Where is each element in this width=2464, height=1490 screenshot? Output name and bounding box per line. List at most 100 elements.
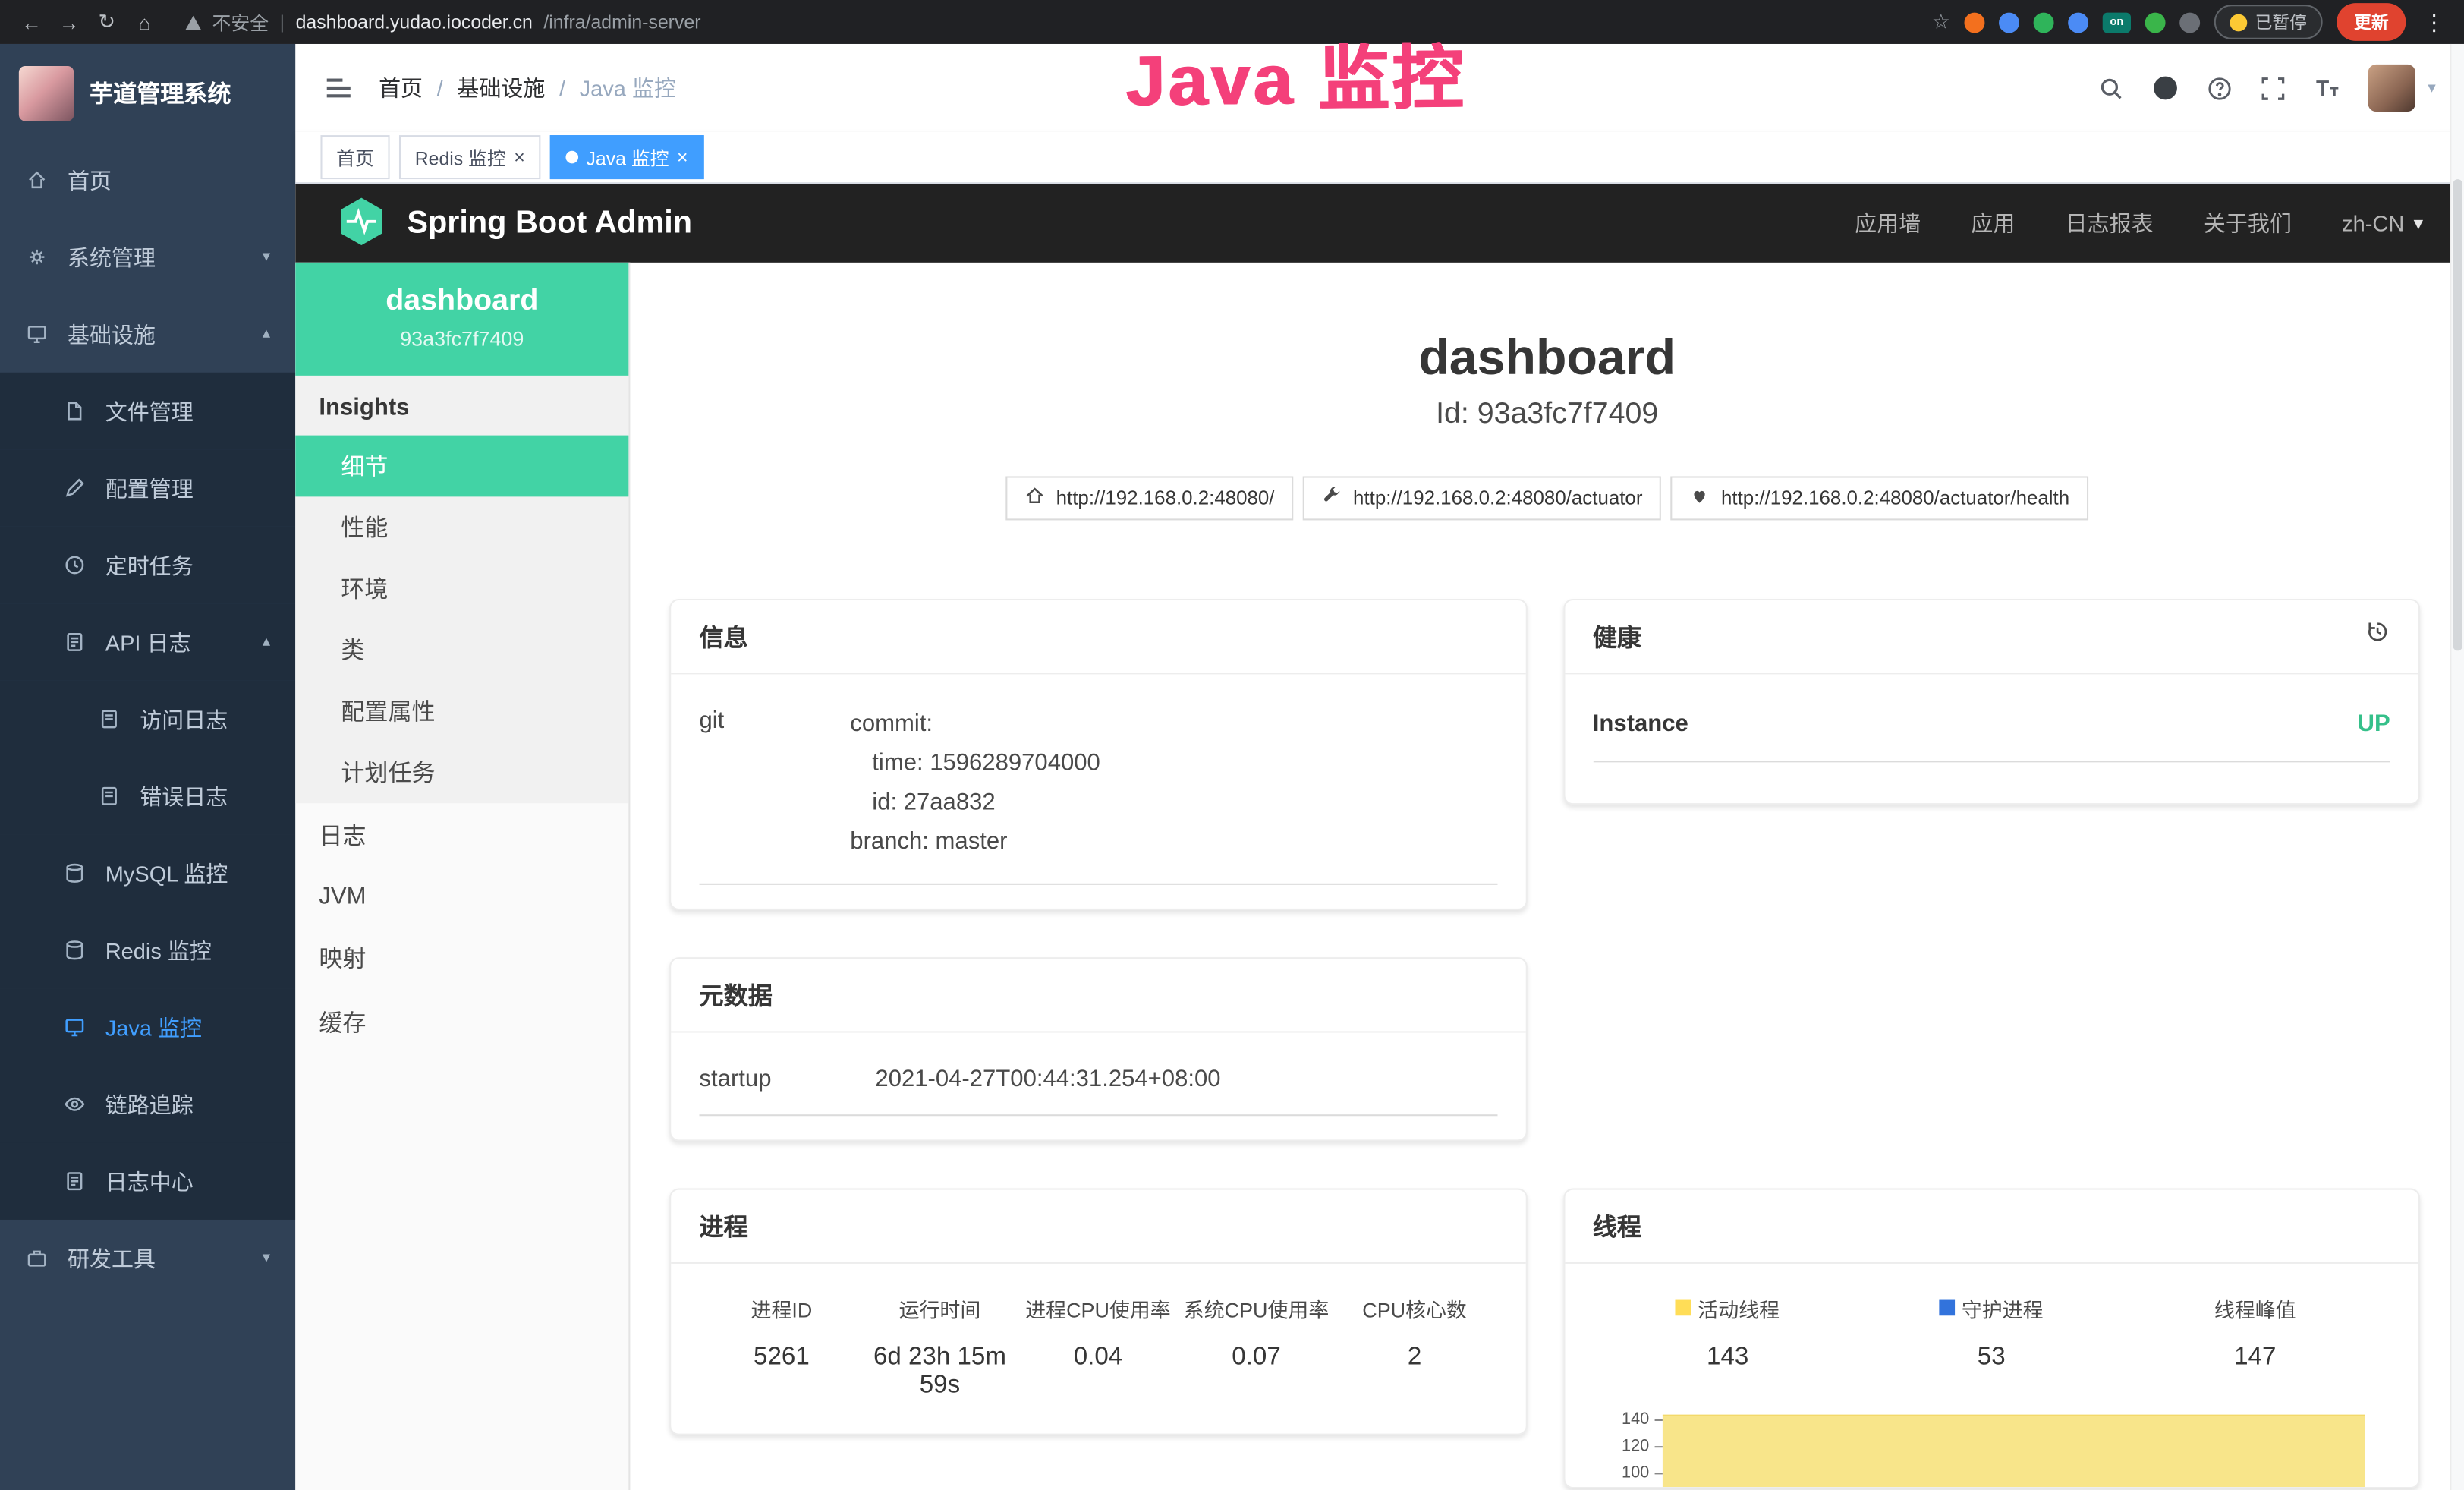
sba-item-performance[interactable]: 性能 [295,496,628,558]
clock-icon [63,553,90,577]
y-tick-label: 120 [1622,1437,1649,1456]
fullscreen-icon[interactable] [2260,74,2286,101]
reload-icon[interactable]: ↻ [91,9,122,34]
sba-item-caches[interactable]: 缓存 [295,991,628,1055]
search-icon[interactable] [2097,74,2124,101]
sba-nav-about[interactable]: 关于我们 [2204,207,2292,238]
browser-home-icon[interactable]: ⌂ [129,10,160,33]
extension-puzzle-icon[interactable] [2179,12,2200,33]
chevron-down-icon: ▾ [2414,213,2423,235]
bookmark-star-icon[interactable]: ☆ [1932,9,1950,34]
service-url-link[interactable]: http://192.168.0.2:48080/ [1005,476,1293,520]
sidebar-item-api-logs[interactable]: API 日志 ▴ [0,603,295,680]
sba-nav-wallboard[interactable]: 应用墙 [1855,207,1921,238]
tab-java-monitor[interactable]: Java 监控 [550,135,703,179]
health-instance-row: Instance UP [1593,710,2390,762]
legend-value: 147 [2123,1344,2387,1372]
profile-paused-chip[interactable]: 已暂停 [2214,5,2323,39]
tab-home[interactable]: 首页 [320,135,389,179]
process-metrics: 进程ID 5261 运行时间 6d 23h 15m 59s [700,1287,1497,1410]
user-avatar[interactable] [2368,65,2415,112]
sba-item-config-props[interactable]: 配置属性 [295,681,628,742]
scrollbar-thumb[interactable] [2453,179,2462,650]
font-size-icon[interactable] [2313,75,2341,100]
info-value-lines: commit: time: 1596289704000 id: 27aa832 … [850,704,1100,861]
sidebar-item-label: MySQL 监控 [105,858,228,889]
sidebar-item-home[interactable]: 首页 [0,141,295,218]
sba-nav-applications[interactable]: 应用 [1971,207,2015,238]
metric-uptime: 运行时间 6d 23h 15m 59s [861,1293,1019,1400]
back-icon[interactable]: ← [16,10,47,33]
toolbox-icon [25,1246,52,1270]
forward-icon[interactable]: → [53,10,84,33]
sba-item-classes[interactable]: 类 [295,619,628,681]
tab-redis-monitor[interactable]: Redis 监控 [399,135,540,179]
breadcrumb-infrastructure[interactable]: 基础设施 [457,72,545,103]
metric-value: 6d 23h 15m 59s [861,1344,1019,1400]
sidebar-item-dev-tools[interactable]: 研发工具 ▾ [0,1220,295,1296]
threads-legend: 活动线程 143 守护进程 [1593,1287,2390,1381]
extension-orange-icon[interactable] [1965,12,1985,33]
address-bar[interactable]: 不安全 | dashboard.yudao.iocoder.cn/infra/a… [185,8,700,35]
history-icon[interactable] [2365,620,2390,653]
browser-menu-icon[interactable]: ⋮ [2420,8,2448,35]
health-card-title: 健康 [1593,619,1641,654]
sidebar-item-mysql-monitor[interactable]: MySQL 监控 [0,835,295,912]
sidebar-item-java-monitor[interactable]: Java 监控 [0,989,295,1066]
actuator-url: http://192.168.0.2:48080/actuator [1353,487,1642,509]
sidebar-item-error-logs[interactable]: 错误日志 [0,758,295,834]
sidebar-item-scheduled-jobs[interactable]: 定时任务 [0,527,295,603]
help-icon[interactable] [2206,74,2233,101]
sidebar-item-infrastructure[interactable]: 基础设施 ▴ [0,295,295,372]
sidebar-toggle-icon[interactable] [324,72,354,103]
sidebar-item-file-management[interactable]: 文件管理 [0,373,295,449]
legend-value: 53 [1859,1344,2123,1372]
sba-instance-header[interactable]: dashboard 93a3fc7f7409 [295,263,628,376]
legend-label: 活动线程 [1698,1293,1780,1323]
sba-language-select[interactable]: zh-CN ▾ [2342,210,2423,235]
instance-id-subtitle: Id: 93a3fc7f7409 [630,397,2464,432]
close-icon[interactable] [514,148,525,167]
sba-item-details[interactable]: 细节 [295,436,628,497]
avatar-caret-icon: ▾ [2428,80,2435,97]
sba-logo-icon [336,194,386,253]
edit-icon [63,476,90,499]
sba-sidebar: dashboard 93a3fc7f7409 Insights 细节 性能 环境… [295,263,630,1490]
page-scrollbar[interactable] [2450,44,2464,1490]
sidebar-item-config-management[interactable]: 配置管理 [0,449,295,526]
actuator-url-link[interactable]: http://192.168.0.2:48080/actuator [1303,476,1662,520]
close-icon[interactable] [677,148,688,167]
app-title: 芋道管理系统 [90,76,231,109]
extension-green-icon[interactable] [2034,12,2054,33]
metric-label: CPU核心数 [1336,1293,1494,1323]
chevron-down-icon: ▾ [263,248,270,266]
sba-item-environment[interactable]: 环境 [295,558,628,619]
sba-item-scheduled-tasks[interactable]: 计划任务 [295,742,628,803]
sidebar-item-redis-monitor[interactable]: Redis 监控 [0,912,295,988]
sba-nav-journal[interactable]: 日志报表 [2066,207,2154,238]
sidebar-item-tracing[interactable]: 链路追踪 [0,1066,295,1142]
extension-on-badge[interactable]: on [2103,12,2131,33]
extension-pin-icon[interactable] [1999,12,2019,33]
sba-item-mappings[interactable]: 映射 [295,926,628,991]
language-label: zh-CN [2342,210,2404,235]
sidebar: 芋道管理系统 首页 系统管理 ▾ 基础设施 ▴ 文件管理 [0,44,295,1490]
metadata-card: 元数据 startup 2021-04-27T00:44:31.254+08:0… [669,957,1527,1141]
chrome-update-button[interactable]: 更新 [2337,3,2406,41]
url-domain: dashboard.yudao.iocoder.cn [296,11,533,33]
sidebar-item-system[interactable]: 系统管理 ▾ [0,219,295,295]
extension-leaf-icon[interactable] [2145,12,2166,33]
sidebar-logo-row[interactable]: 芋道管理系统 [0,44,295,141]
github-icon[interactable] [2151,74,2179,102]
metadata-value: 2021-04-27T00:44:31.254+08:00 [875,1066,1220,1092]
chart-plot-area [1662,1407,2365,1487]
sidebar-item-label: 首页 [68,164,112,195]
active-dot [566,151,579,164]
sba-item-jvm[interactable]: JVM [295,868,628,926]
sidebar-item-access-logs[interactable]: 访问日志 [0,681,295,758]
breadcrumb-home[interactable]: 首页 [379,72,423,103]
health-url-link[interactable]: http://192.168.0.2:48080/actuator/health [1671,476,2088,520]
sidebar-item-log-center[interactable]: 日志中心 [0,1142,295,1219]
extension-grid-icon[interactable] [2068,12,2088,33]
sba-item-logs[interactable]: 日志 [295,803,628,868]
